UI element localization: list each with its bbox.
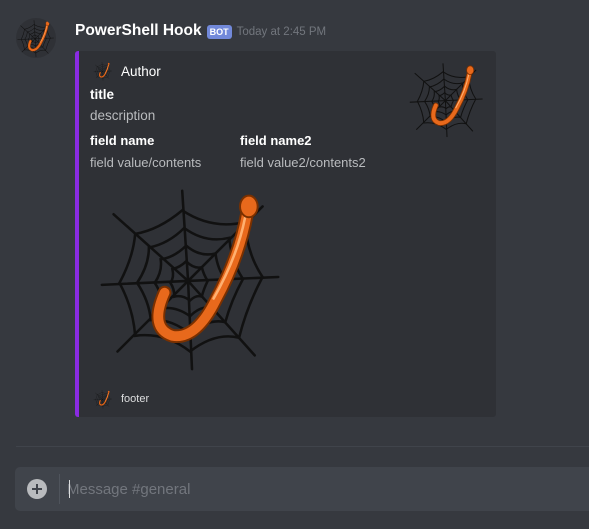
embed-author: Author: [93, 61, 161, 81]
composer-separator: [59, 474, 60, 504]
message-header: PowerShell Hook BOT Today at 2:45 PM: [75, 20, 326, 42]
username[interactable]: PowerShell Hook: [75, 22, 202, 40]
embed-field: field name field value/contents: [90, 133, 201, 170]
embed: Author title description field name fiel…: [75, 51, 496, 417]
spiderweb-hook-icon: [93, 389, 113, 409]
embed-author-name: Author: [121, 63, 161, 79]
embed-image[interactable]: [89, 179, 295, 375]
message-composer: [15, 467, 589, 511]
embed-title: title: [90, 87, 115, 102]
embed-field: field name2 field value2/contents2: [240, 133, 366, 170]
message-timestamp: Today at 2:45 PM: [236, 26, 327, 38]
embed-footer-text: footer: [121, 393, 150, 405]
embed-thumbnail[interactable]: [405, 59, 489, 139]
embed-footer: footer: [93, 389, 149, 409]
embed-field-value: field value2/contents2: [240, 155, 366, 170]
embed-footer-icon: [93, 389, 113, 409]
spiderweb-hook-icon: [405, 59, 489, 139]
message-input[interactable]: [67, 467, 577, 511]
embed-author-icon: [93, 61, 113, 81]
spiderweb-hook-icon: [93, 61, 113, 81]
bot-badge: BOT: [206, 25, 232, 39]
embed-field-name: field name2: [240, 133, 312, 148]
avatar[interactable]: [16, 18, 56, 58]
divider: [16, 446, 589, 447]
chat-page: PowerShell Hook BOT Today at 2:45 PM Aut…: [0, 0, 589, 529]
embed-description: description: [90, 108, 156, 123]
text-caret: [69, 480, 70, 498]
embed-field-value: field value/contents: [90, 155, 202, 170]
spiderweb-hook-icon: [89, 179, 295, 375]
embed-field-name: field name: [90, 133, 155, 148]
plus-circle-icon[interactable]: [27, 479, 47, 499]
spiderweb-hook-icon: [16, 18, 56, 58]
